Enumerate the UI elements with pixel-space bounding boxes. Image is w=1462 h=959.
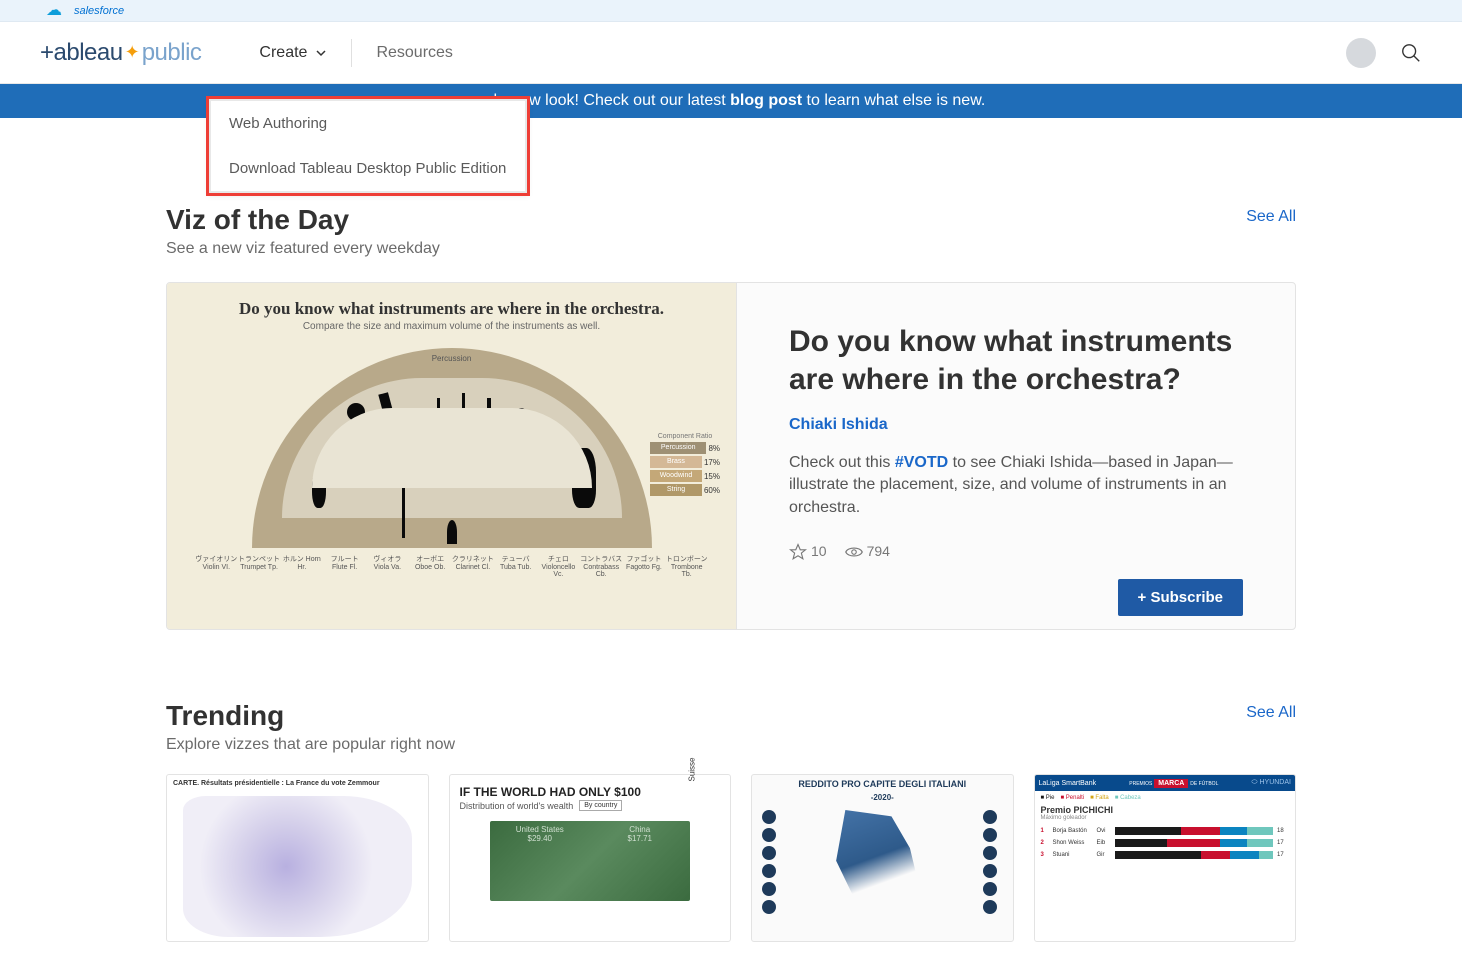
trend-c2-title: IF THE WORLD HAD ONLY $100 bbox=[460, 785, 721, 799]
votd-header: Viz of the Day See a new viz featured ev… bbox=[166, 204, 1296, 258]
nav-resources[interactable]: Resources bbox=[358, 22, 470, 83]
dropdown-download-desktop[interactable]: Download Tableau Desktop Public Edition bbox=[211, 146, 525, 191]
tableau-public-logo[interactable]: +ableau ✦ public bbox=[40, 39, 201, 67]
nav-create[interactable]: Create bbox=[241, 22, 345, 83]
create-dropdown: Web Authoring Download Tableau Desktop P… bbox=[208, 98, 528, 194]
thumb-title: Do you know what instruments are where i… bbox=[187, 299, 716, 319]
banner-text-right: to learn what else is new. bbox=[802, 92, 985, 109]
nav-separator bbox=[351, 39, 352, 67]
trending-card-reddito[interactable]: REDDITO PRO CAPITE DEGLI ITALIANI -2020- bbox=[751, 774, 1014, 942]
search-icon[interactable] bbox=[1400, 42, 1422, 64]
france-map-icon bbox=[183, 796, 412, 937]
thumb-subtitle: Compare the size and maximum volume of t… bbox=[187, 321, 716, 332]
votd-description: Check out this #VOTD to see Chiaki Ishid… bbox=[789, 452, 1243, 519]
table-row: 1Borja BastónOvi 18 bbox=[1035, 825, 1296, 837]
star-icon bbox=[789, 543, 807, 561]
table-row: 2Shon WeissEib 17 bbox=[1035, 837, 1296, 849]
trending-header: Trending Explore vizzes that are popular… bbox=[166, 700, 1296, 754]
trending-subtitle: Explore vizzes that are popular right no… bbox=[166, 736, 455, 754]
left-dots-icon bbox=[762, 810, 782, 937]
votd-see-all[interactable]: See All bbox=[1246, 208, 1296, 226]
favorite-stat[interactable]: 10 bbox=[789, 543, 827, 561]
votd-thumbnail[interactable]: Do you know what instruments are where i… bbox=[167, 283, 737, 629]
trending-grid: CARTE. Résultats présidentielle : La Fra… bbox=[166, 774, 1296, 942]
votd-author-link[interactable]: Chiaki Ishida bbox=[789, 416, 1243, 434]
salesforce-label: salesforce bbox=[74, 5, 124, 17]
table-row: 3StuaniGir 17 bbox=[1035, 849, 1296, 861]
cloud-icon bbox=[46, 4, 70, 18]
thumb-instruments-row: ヴァイオリン Violin VI.トランペット Trumpet Tp. ホルン … bbox=[187, 548, 716, 578]
trend-c3-year: -2020- bbox=[752, 793, 1013, 806]
trending-card-laliga[interactable]: LaLiga SmartBank PREMIOS MARCA DE FÚTBOL… bbox=[1034, 774, 1297, 942]
trend-c4-premio-title: Premio PICHICHI bbox=[1035, 805, 1296, 815]
subscribe-button[interactable]: + Subscribe bbox=[1118, 579, 1243, 616]
trending-card-france[interactable]: CARTE. Résultats présidentielle : La Fra… bbox=[166, 774, 429, 942]
trend-c2-side: Suisse bbox=[687, 774, 696, 782]
views-stat: 794 bbox=[845, 543, 890, 561]
nav-resources-label: Resources bbox=[376, 44, 452, 62]
votd-card: Do you know what instruments are where i… bbox=[166, 282, 1296, 630]
trend-c2-sub: Distribution of world's wealth bbox=[460, 801, 574, 811]
nav-create-label: Create bbox=[259, 44, 307, 62]
salesforce-bar[interactable]: salesforce bbox=[0, 0, 1462, 22]
logo-left: +ableau bbox=[40, 39, 123, 67]
orchestra-fan-icon: Percussion bbox=[252, 348, 652, 548]
dollar-bill-icon: United States$29.40 China$17.71 bbox=[490, 821, 690, 901]
votd-subtitle: See a new viz featured every weekday bbox=[166, 240, 440, 258]
eye-icon bbox=[845, 543, 863, 561]
trending-card-world100[interactable]: IF THE WORLD HAD ONLY $100 Distribution … bbox=[449, 774, 732, 942]
votd-viz-title: Do you know what instruments are where i… bbox=[789, 323, 1243, 398]
top-nav: +ableau ✦ public Create Resources Web Au… bbox=[0, 22, 1462, 84]
trending-title: Trending bbox=[166, 700, 455, 732]
logo-right: public bbox=[142, 39, 202, 67]
chevron-down-icon bbox=[315, 47, 327, 59]
trend-c2-toggle: By country bbox=[579, 800, 622, 811]
logo-plus-icon: ✦ bbox=[125, 42, 140, 63]
thumb-ratio-box: Component Ratio Percussion8% Brass17% Wo… bbox=[650, 433, 720, 498]
votd-hashtag-link[interactable]: #VOTD bbox=[895, 454, 948, 471]
trend-c4-legend: Pie Penalti Falta Cabeza bbox=[1035, 791, 1296, 805]
trending-see-all[interactable]: See All bbox=[1246, 704, 1296, 722]
banner-blog-link[interactable]: blog post bbox=[730, 92, 802, 109]
trend-c4-premio-sub: Máximo goleador bbox=[1035, 815, 1296, 825]
italy-map-icon bbox=[790, 810, 975, 937]
votd-stats: 10 794 bbox=[789, 543, 1243, 561]
avatar[interactable] bbox=[1346, 38, 1376, 68]
dropdown-web-authoring[interactable]: Web Authoring bbox=[211, 101, 525, 146]
trend-c3-title: REDDITO PRO CAPITE DEGLI ITALIANI bbox=[752, 775, 1013, 793]
right-dots-icon bbox=[983, 810, 1003, 937]
votd-meta: Do you know what instruments are where i… bbox=[737, 283, 1295, 629]
votd-title: Viz of the Day bbox=[166, 204, 440, 236]
trend-c4-headerbar: LaLiga SmartBank PREMIOS MARCA DE FÚTBOL… bbox=[1035, 775, 1296, 791]
thumb-percussion-label: Percussion bbox=[252, 354, 652, 363]
trend-c1-title: CARTE. Résultats présidentielle : La Fra… bbox=[167, 775, 428, 792]
